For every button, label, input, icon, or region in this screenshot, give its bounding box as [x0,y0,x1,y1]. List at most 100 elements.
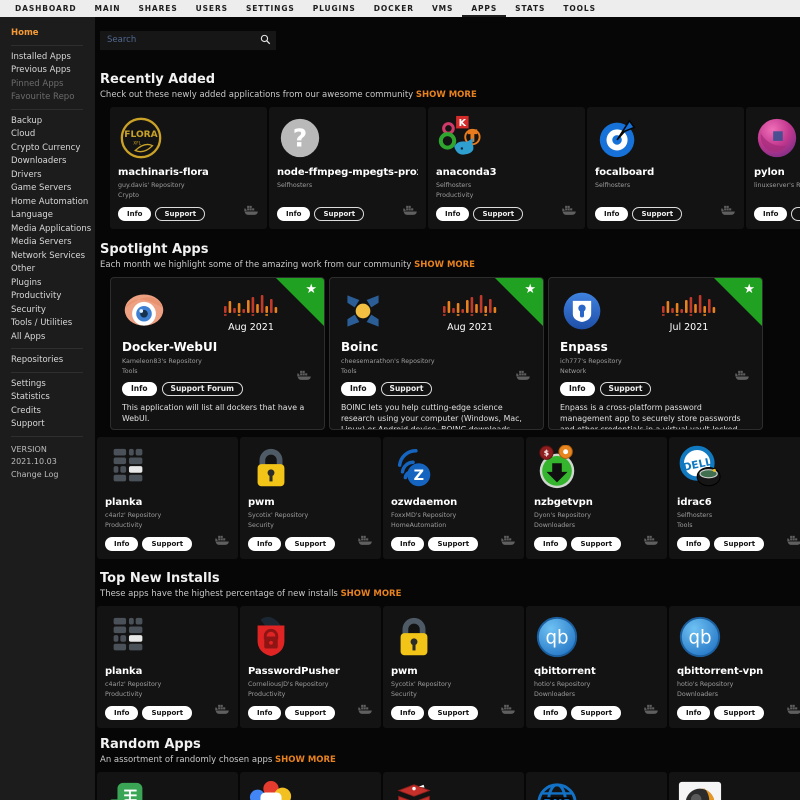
support-button[interactable]: Support [600,382,652,397]
sidebar-item-security[interactable]: Security [11,306,95,315]
info-button[interactable]: Info [754,207,787,221]
support-button[interactable]: Support [381,382,433,397]
info-button[interactable]: Info [248,706,281,720]
app-card[interactable]: DNS [526,772,667,800]
info-button[interactable]: Info [248,537,281,551]
support-button[interactable]: Support [285,706,335,720]
nav-item-stats[interactable]: STATS [506,0,554,17]
sidebar-item-plugins[interactable]: Plugins [11,279,95,288]
app-card-planka[interactable]: plankac4arlz' RepositoryProductivityInfo… [97,437,238,559]
info-button[interactable]: Info [391,706,424,720]
sidebar-item-downloaders[interactable]: Downloaders [11,157,95,166]
sidebar-item-backup[interactable]: Backup [11,117,95,126]
info-button[interactable]: Info [560,382,595,397]
spotlight-card-boinc[interactable]: ★Aug 2021Boinccheesemarathon's Repositor… [329,277,544,430]
sidebar-item-favourite-repo[interactable]: Favourite Repo [11,93,95,102]
info-button[interactable]: Info [534,537,567,551]
app-card-ozwdaemon[interactable]: ZozwdaemonFoxxMD's RepositoryHomeAutomat… [383,437,524,559]
sidebar-item-pinned-apps[interactable]: Pinned Apps [11,80,95,89]
info-button[interactable]: Info [105,706,138,720]
nav-item-shares[interactable]: SHARES [129,0,186,17]
info-button[interactable]: Info [677,706,710,720]
app-card-idrac6[interactable]: DELLidrac6SelfhostersToolsInfoSupport [669,437,800,559]
changelog-link[interactable]: Change Log [11,469,95,482]
show-more-link[interactable]: SHOW MORE [341,589,402,599]
app-card-pylon[interactable]: pylonlinuxserver's RepositoryInfoSupport [746,107,800,229]
sidebar-item-settings[interactable]: Settings [11,380,95,389]
app-card[interactable]: L★ [97,772,238,800]
show-more-link[interactable]: SHOW MORE [414,260,475,270]
support-button[interactable]: Support [571,537,621,551]
app-card-pwm[interactable]: pwmSycotix' RepositorySecurityInfoSuppor… [383,606,524,728]
show-more-link[interactable]: SHOW MORE [275,755,336,765]
sidebar-item-home[interactable]: Home [11,29,95,38]
support-button[interactable]: Support [428,537,478,551]
app-card-qbittorrent-vpn[interactable]: qbqbittorrent-vpnhotio's RepositoryDownl… [669,606,800,728]
support-button[interactable]: Support [473,207,523,221]
info-button[interactable]: Info [105,537,138,551]
spotlight-card-docker-webui[interactable]: ★Aug 2021Docker-WebUIKameleon83's Reposi… [110,277,325,430]
sidebar-item-statistics[interactable]: Statistics [11,393,95,402]
sidebar-item-language[interactable]: Language [11,211,95,220]
info-button[interactable]: Info [341,382,376,397]
info-button[interactable]: Info [118,207,151,221]
sidebar-item-other[interactable]: Other [11,265,95,274]
app-card-focalboard[interactable]: focalboardSelfhostersInfoSupport [587,107,744,229]
sidebar-item-media-servers[interactable]: Media Servers [11,238,95,247]
support-button[interactable]: Support [285,537,335,551]
sidebar-item-installed-apps[interactable]: Installed Apps [11,53,95,62]
nav-item-tools[interactable]: TOOLS [554,0,605,17]
nav-item-users[interactable]: USERS [187,0,237,17]
nav-item-main[interactable]: MAIN [86,0,130,17]
app-card[interactable] [669,772,800,800]
support-button[interactable]: Support [428,706,478,720]
nav-item-apps[interactable]: APPS [462,0,506,17]
nav-item-docker[interactable]: DOCKER [365,0,423,17]
support-button[interactable]: Support [714,706,764,720]
nav-item-settings[interactable]: SETTINGS [237,0,304,17]
app-card[interactable]: redis [383,772,524,800]
sidebar-item-credits[interactable]: Credits [11,407,95,416]
info-button[interactable]: Info [595,207,628,221]
app-card[interactable] [240,772,381,800]
info-button[interactable]: Info [677,537,710,551]
support-button[interactable]: Support [714,537,764,551]
info-button[interactable]: Info [277,207,310,221]
app-card-passwordpusher[interactable]: PasswordPusherCorneliousJD's RepositoryP… [240,606,381,728]
app-card-planka[interactable]: plankac4arlz' RepositoryProductivityInfo… [97,606,238,728]
sidebar-item-media-applications[interactable]: Media Applications [11,225,95,234]
support-button[interactable]: Support [571,706,621,720]
show-more-link[interactable]: SHOW MORE [416,90,477,100]
search-icon[interactable] [260,30,271,49]
nav-item-plugins[interactable]: PLUGINS [304,0,365,17]
support-button[interactable]: Support [142,706,192,720]
sidebar-item-game-servers[interactable]: Game Servers [11,184,95,193]
support-button[interactable]: Support [155,207,205,221]
spotlight-card-enpass[interactable]: ★Jul 2021Enpassich777's RepositoryNetwor… [548,277,763,430]
sidebar-item-crypto-currency[interactable]: Crypto Currency [11,144,95,153]
app-card-nzbgetvpn[interactable]: $nzbgetvpnDyon's RepositoryDownloadersIn… [526,437,667,559]
nav-item-vms[interactable]: VMS [423,0,462,17]
info-button[interactable]: Info [534,706,567,720]
sidebar-item-cloud[interactable]: Cloud [11,130,95,139]
app-card-machinaris-flora[interactable]: FLORAXFLmachinaris-floraguy.davis' Repos… [110,107,267,229]
sidebar-item-all-apps[interactable]: All Apps [11,333,95,342]
sidebar-item-productivity[interactable]: Productivity [11,292,95,301]
info-button[interactable]: Info [436,207,469,221]
support-button[interactable]: Support [314,207,364,221]
sidebar-item-support[interactable]: Support [11,420,95,429]
nav-item-dashboard[interactable]: DASHBOARD [6,0,86,17]
info-button[interactable]: Info [391,537,424,551]
sidebar-item-home-automation[interactable]: Home Automation [11,198,95,207]
support-button[interactable]: Support [142,537,192,551]
search-input[interactable] [100,31,276,50]
sidebar-item-previous-apps[interactable]: Previous Apps [11,66,95,75]
support-forum-button[interactable]: Support Forum [162,382,243,397]
app-card-pwm[interactable]: pwmSycotix' RepositorySecurityInfoSuppor… [240,437,381,559]
sidebar-item-repositories[interactable]: Repositories [11,356,95,365]
sidebar-item-tools-utilities[interactable]: Tools / Utilities [11,319,95,328]
app-card-qbittorrent[interactable]: qbqbittorrenthotio's RepositoryDownloade… [526,606,667,728]
sidebar-item-network-services[interactable]: Network Services [11,252,95,261]
support-button[interactable]: Support [632,207,682,221]
app-card-anaconda3[interactable]: Kanaconda3SelfhostersProductivityInfoSup… [428,107,585,229]
